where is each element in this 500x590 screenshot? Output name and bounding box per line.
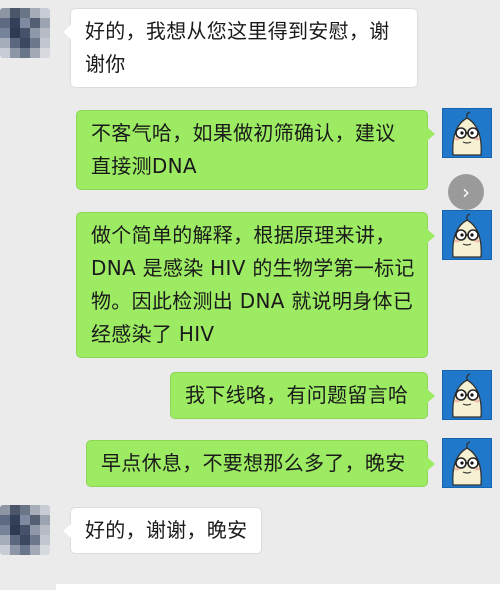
message-bubble[interactable]: 做个简单的解释，根据原理来讲，DNA 是感染 HIV 的生物学第一标记物。因此检… [76, 212, 435, 358]
cartoon-ghost-icon [452, 373, 482, 418]
forward-button[interactable]: › [448, 174, 484, 210]
self-avatar[interactable] [442, 370, 492, 420]
message-bubble[interactable]: 好的，谢谢，晚安 [63, 507, 262, 554]
message-text: 我下线咯，有问题留言哈 [185, 383, 409, 407]
message-bubble[interactable]: 不客气哈，如果做初筛确认，建议直接测DNA [76, 110, 435, 190]
self-avatar[interactable] [442, 210, 492, 260]
chevron-right-icon: › [462, 180, 470, 204]
message-text: 不客气哈，如果做初筛确认，建议直接测DNA [91, 121, 396, 178]
message-text: 好的，谢谢，晚安 [85, 518, 248, 542]
message-bubble[interactable]: 好的，我想从您这里得到安慰，谢谢你 [63, 8, 418, 88]
message-text: 做个简单的解释，根据原理来讲，DNA 是感染 HIV 的生物学第一标记物。因此检… [91, 223, 415, 346]
input-bar-edge [56, 584, 500, 590]
self-avatar[interactable] [442, 438, 492, 488]
message-bubble[interactable]: 我下线咯，有问题留言哈 [170, 372, 435, 419]
message-text: 早点休息，不要想那么多了，晚安 [101, 451, 406, 475]
self-avatar[interactable] [442, 108, 492, 158]
message-bubble[interactable]: 早点休息，不要想那么多了，晚安 [86, 440, 435, 487]
chat-view: 好的，我想从您这里得到安慰，谢谢你 不客气哈，如果做初筛确认，建议直接测DNA … [0, 0, 500, 590]
contact-avatar[interactable] [0, 8, 50, 58]
cartoon-ghost-icon [452, 441, 482, 486]
message-text: 好的，我想从您这里得到安慰，谢谢你 [85, 19, 390, 76]
cartoon-ghost-icon [452, 111, 482, 156]
cartoon-ghost-icon [452, 213, 482, 258]
contact-avatar[interactable] [0, 505, 50, 555]
